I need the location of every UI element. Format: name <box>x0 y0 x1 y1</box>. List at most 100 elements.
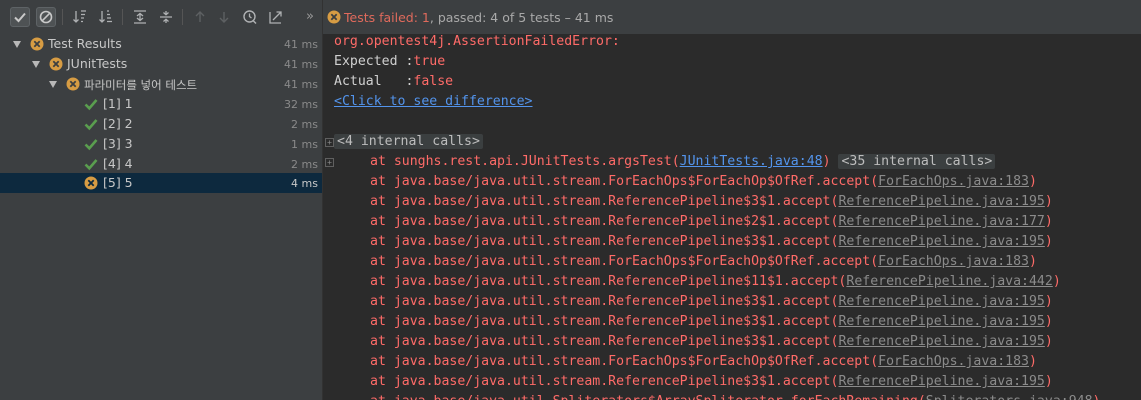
expand-all-button[interactable] <box>130 7 150 27</box>
test-failed-icon <box>30 37 44 51</box>
source-file-link[interactable]: ReferencePipeline.java:195 <box>838 294 1044 309</box>
source-file-link[interactable]: ReferencePipeline.java:195 <box>838 234 1044 249</box>
tree-item-label: [2] 2 <box>103 116 133 131</box>
stack-frame-method: at java.base/java.util.stream.ReferenceP… <box>370 294 839 309</box>
stack-frame-line: at sunghs.rest.api.JUnitTests.argsTest(J… <box>370 152 996 172</box>
tree-item-label: [1] 1 <box>103 96 133 111</box>
source-file-link[interactable]: ForEachOps.java:183 <box>878 174 1029 189</box>
stack-frame-line: at java.base/java.util.stream.ReferenceP… <box>370 292 1053 312</box>
folded-internal-calls[interactable]: <35 internal calls> <box>838 154 996 169</box>
source-file-link[interactable]: ReferencePipeline.java:195 <box>838 194 1044 209</box>
expected-value: true <box>413 54 446 69</box>
source-file-link[interactable]: ReferencePipeline.java:442 <box>846 274 1052 289</box>
error-class-line: org.opentest4j.AssertionFailedError: <box>334 34 620 49</box>
test-results-tree: Test Results 41 ms JUnitTests 41 ms 파라미터… <box>0 34 322 400</box>
tree-item-test-2[interactable]: [2] 2 2 ms <box>0 114 322 134</box>
source-file-link[interactable]: ForEachOps.java:183 <box>878 254 1029 269</box>
source-file-link[interactable]: ForEachOps.java:183 <box>878 354 1029 369</box>
stack-frame-line: at java.base/java.util.stream.ReferenceP… <box>370 212 1053 232</box>
tree-item-parameterized-test[interactable]: 파라미터를 넣어 테스트 41 ms <box>0 74 322 94</box>
expected-line: Expected :true <box>334 52 445 72</box>
failed-count: 1 <box>421 10 430 25</box>
expand-arrow-icon[interactable] <box>49 81 57 88</box>
source-file-link[interactable]: ReferencePipeline.java:177 <box>838 214 1044 229</box>
stack-frame-line: at java.base/java.util.stream.ReferenceP… <box>370 192 1053 212</box>
source-file-link[interactable]: ReferencePipeline.java:195 <box>838 334 1044 349</box>
test-failed-icon <box>66 77 80 91</box>
history-clock-icon <box>243 10 257 25</box>
export-results-button[interactable] <box>266 7 286 27</box>
check-icon <box>14 12 26 23</box>
summary-rest: of 5 tests – 41 ms <box>498 10 614 25</box>
toolbar-separator <box>62 9 63 25</box>
tree-item-test-5[interactable]: [5] 5 4 ms <box>0 173 322 193</box>
stack-frame-line: at java.base/java.util.stream.ReferenceP… <box>370 372 1053 392</box>
stack-frame-close: ) <box>1044 374 1053 389</box>
test-failed-icon <box>327 10 341 24</box>
test-status-bar: Tests failed: 1, passed: 4 of 5 tests – … <box>323 0 1141 34</box>
show-ignored-toggle[interactable] <box>36 7 56 27</box>
internal-calls-line: <4 internal calls> <box>334 132 483 152</box>
sort-alpha-icon <box>73 10 86 23</box>
stack-frame-close: ) <box>1029 174 1037 189</box>
folded-internal-calls[interactable]: <4 internal calls> <box>334 134 483 149</box>
tree-item-test-results[interactable]: Test Results 41 ms <box>0 34 322 54</box>
stack-frame-close: ) <box>822 154 831 169</box>
console-output[interactable]: org.opentest4j.AssertionFailedError: Exp… <box>323 34 1141 400</box>
tree-item-junittests[interactable]: JUnitTests 41 ms <box>0 54 322 74</box>
stack-frame-close: ) <box>1029 354 1037 369</box>
test-duration: 41 ms <box>284 78 318 91</box>
stack-frame-line: at java.base/java.util.stream.ForEachOps… <box>370 352 1037 372</box>
stack-frame-close: ) <box>1093 394 1101 400</box>
arrow-up-icon <box>195 11 205 22</box>
stack-frame-close: ) <box>1044 294 1053 309</box>
tree-item-test-1[interactable]: [1] 1 32 ms <box>0 94 322 114</box>
sort-alphabetically-button[interactable] <box>70 7 90 27</box>
see-difference-link[interactable]: <Click to see difference> <box>334 94 533 109</box>
source-file-link[interactable]: Spliterators.java:948 <box>926 394 1093 400</box>
stack-frame-close: ) <box>1044 234 1053 249</box>
test-failed-icon <box>49 57 63 71</box>
stack-frame-method: at java.base/java.util.stream.ReferenceP… <box>370 314 839 329</box>
stack-frame-method: at java.base/java.util.stream.ReferenceP… <box>370 234 839 249</box>
test-runner-toolbar: » <box>0 0 322 35</box>
show-passed-toggle[interactable] <box>10 7 30 27</box>
tree-item-test-3[interactable]: [3] 3 1 ms <box>0 134 322 154</box>
source-file-link[interactable]: ReferencePipeline.java:195 <box>838 314 1044 329</box>
stack-frame-method: at java.base/java.util.stream.ForEachOps… <box>370 354 879 369</box>
sort-by-duration-button[interactable] <box>96 7 116 27</box>
test-history-button[interactable] <box>240 7 260 27</box>
tree-item-label: [5] 5 <box>103 175 133 190</box>
stack-frame-line: at java.base/java.util.stream.ReferenceP… <box>370 272 1061 292</box>
stack-frame-method: at java.base/java.util.Spliterators$Arra… <box>370 394 926 400</box>
collapse-all-button[interactable] <box>156 7 176 27</box>
stack-frame-close: ) <box>1052 274 1061 289</box>
next-failed-button[interactable] <box>214 7 234 27</box>
expected-label: Expected : <box>334 54 414 69</box>
source-file-link[interactable]: ReferencePipeline.java:195 <box>838 374 1044 389</box>
expand-fold-icon[interactable]: + <box>325 158 334 167</box>
tree-item-label: JUnitTests <box>67 56 128 71</box>
test-duration: 1 ms <box>291 138 318 151</box>
stack-frame-method: at sunghs.rest.api.JUnitTests.argsTest( <box>370 154 680 169</box>
test-passed-icon <box>84 119 98 131</box>
stack-frame-line: at java.base/java.util.stream.ReferenceP… <box>370 312 1053 332</box>
expand-arrow-icon[interactable] <box>32 61 40 68</box>
stack-frame-close: ) <box>1044 334 1053 349</box>
stack-frame-method: at java.base/java.util.stream.ForEachOps… <box>370 254 879 269</box>
stack-frame-method: at java.base/java.util.stream.ReferenceP… <box>370 374 839 389</box>
expand-fold-icon[interactable]: + <box>325 138 334 147</box>
previous-failed-button[interactable] <box>190 7 210 27</box>
tree-item-label: [4] 4 <box>103 156 133 171</box>
stack-frame-method: at java.base/java.util.stream.ReferenceP… <box>370 334 839 349</box>
tree-item-test-4[interactable]: [4] 4 2 ms <box>0 154 322 174</box>
stack-frame-method: at java.base/java.util.stream.ReferenceP… <box>370 194 839 209</box>
expand-arrow-icon[interactable] <box>13 41 21 48</box>
source-file-link[interactable]: JUnitTests.java:48 <box>680 154 823 169</box>
more-actions-button[interactable]: » <box>306 9 314 24</box>
passed-prefix: , passed: <box>429 10 491 25</box>
stack-frame-method: at java.base/java.util.stream.ReferenceP… <box>370 214 839 229</box>
stack-frame-line: at java.base/java.util.stream.ForEachOps… <box>370 252 1037 272</box>
stack-frame-method: at java.base/java.util.stream.ReferenceP… <box>370 274 847 289</box>
export-icon <box>269 11 282 24</box>
